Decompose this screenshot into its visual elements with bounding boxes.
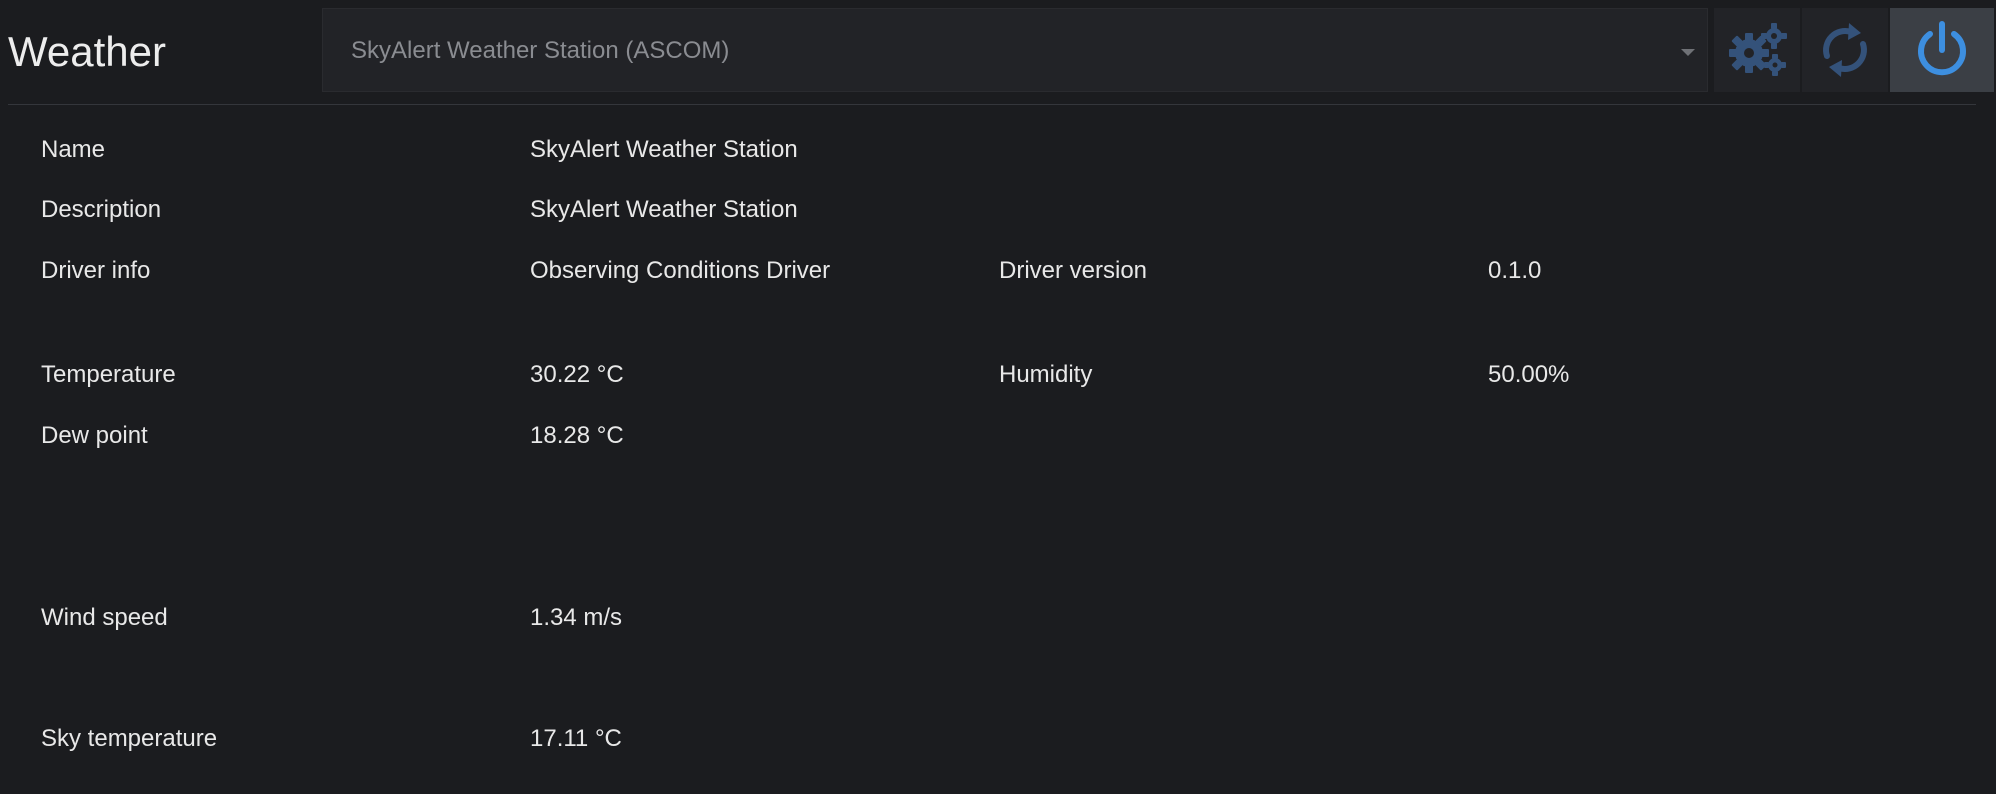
device-selector-value: SkyAlert Weather Station (ASCOM) bbox=[351, 37, 730, 64]
power-icon bbox=[1918, 21, 1966, 76]
page-title: Weather bbox=[8, 28, 166, 75]
weather-panel: Weather SkyAlert Weather Station (ASCOM) bbox=[0, 0, 1996, 794]
header: Weather SkyAlert Weather Station (ASCOM) bbox=[0, 0, 1996, 104]
driver-info-value: Observing Conditions Driver bbox=[530, 257, 831, 284]
refresh-button[interactable] bbox=[1802, 8, 1888, 92]
name-label: Name bbox=[41, 136, 106, 163]
driver-version-value: 0.1.0 bbox=[1488, 257, 1542, 284]
wind-speed-label: Wind speed bbox=[41, 604, 168, 631]
gears-icon bbox=[1729, 23, 1787, 76]
chevron-down-icon bbox=[1681, 49, 1695, 56]
description-value: SkyAlert Weather Station bbox=[530, 196, 798, 223]
description-label: Description bbox=[41, 196, 162, 223]
wind-speed-value: 1.34 m/s bbox=[530, 604, 623, 631]
dew-point-value: 18.28 °C bbox=[530, 422, 624, 449]
sky-temperature-label: Sky temperature bbox=[41, 725, 218, 752]
dew-point-label: Dew point bbox=[41, 422, 148, 449]
humidity-value: 50.00% bbox=[1488, 361, 1570, 388]
power-button[interactable] bbox=[1890, 8, 1994, 92]
device-selector[interactable]: SkyAlert Weather Station (ASCOM) bbox=[322, 8, 1708, 92]
temperature-value: 30.22 °C bbox=[530, 361, 624, 388]
humidity-label: Humidity bbox=[999, 361, 1093, 388]
refresh-icon bbox=[1823, 23, 1867, 77]
settings-button[interactable] bbox=[1714, 8, 1800, 92]
sky-temperature-value: 17.11 °C bbox=[530, 725, 622, 752]
driver-info-label: Driver info bbox=[41, 257, 151, 284]
temperature-label: Temperature bbox=[41, 361, 176, 388]
header-divider bbox=[8, 104, 1976, 105]
driver-version-label: Driver version bbox=[999, 257, 1148, 284]
name-value: SkyAlert Weather Station bbox=[530, 136, 798, 163]
